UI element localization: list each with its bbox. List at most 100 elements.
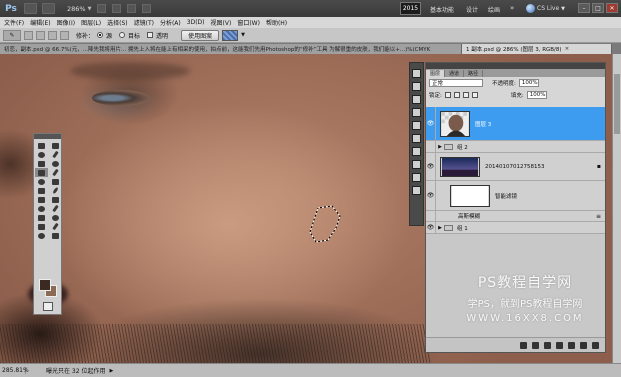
add-mask-icon[interactable] — [544, 341, 551, 349]
quick-select-tool-icon[interactable] — [49, 150, 62, 159]
close-tab-icon[interactable]: × — [565, 46, 570, 52]
intersect-selection-icon[interactable] — [60, 30, 69, 40]
add-selection-icon[interactable] — [36, 30, 45, 40]
expand-triangle-icon[interactable]: ▶ — [436, 225, 444, 231]
workspace-2015[interactable]: 2015 — [400, 2, 421, 15]
pattern-swatch[interactable] — [222, 29, 239, 41]
menu-3d[interactable]: 3D(D) — [187, 19, 205, 26]
foreground-color-swatch[interactable] — [39, 279, 51, 291]
bridge-button[interactable] — [24, 3, 37, 14]
history-panel-icon[interactable] — [412, 69, 421, 78]
vertical-scrollbar[interactable] — [612, 54, 621, 363]
tab-document-2[interactable]: 1 副本.psd @ 286% (图层 3, RGB/8) × — [462, 44, 612, 54]
blend-mode-select[interactable]: 正常 — [429, 79, 483, 87]
brush-tool-icon[interactable] — [49, 168, 62, 177]
3d-orbit-tool-icon[interactable] — [49, 222, 62, 231]
lock-move-icon[interactable] — [462, 92, 469, 98]
lock-all-icon[interactable] — [471, 92, 478, 98]
shape-tool-icon[interactable] — [49, 213, 62, 222]
type-tool-icon[interactable] — [49, 204, 62, 213]
layer-row[interactable]: 👁 ▶ 组 1 — [426, 222, 605, 234]
crop-tool-icon[interactable] — [35, 159, 48, 168]
layer-row[interactable]: 👁 20140107012758153 ▪ — [426, 153, 605, 181]
layer-row[interactable]: ▶ 组 2 — [426, 141, 605, 153]
menu-image[interactable]: 图像(I) — [57, 18, 75, 27]
layer-row[interactable]: 高斯模糊 ≡ — [426, 211, 605, 222]
new-layer-icon[interactable] — [580, 341, 587, 349]
rotate-view-icon[interactable] — [112, 4, 122, 13]
hand-tool-icon[interactable] — [35, 231, 48, 240]
marquee-tool-icon[interactable] — [49, 141, 62, 150]
clone-source-panel-icon[interactable] — [412, 160, 421, 169]
new-selection-icon[interactable] — [24, 30, 33, 40]
more-workspaces-icon[interactable]: » — [510, 4, 514, 12]
new-group-icon[interactable] — [568, 341, 575, 349]
delete-layer-icon[interactable] — [592, 341, 599, 349]
visibility-eye-icon[interactable]: 👁 — [426, 222, 436, 233]
tab-paths[interactable]: 路径 — [464, 70, 484, 77]
tab-document-1[interactable]: 初恋，副本.psd @ 66.7%(元，...降先我将用片... 拥先上入将在能… — [0, 44, 462, 54]
minimize-button[interactable]: – — [578, 3, 590, 13]
menu-file[interactable]: 文件(F) — [4, 18, 24, 27]
tab-layers[interactable]: 图层 — [426, 70, 446, 77]
restore-button[interactable]: □ — [592, 3, 604, 13]
chevron-down-icon[interactable]: ▼ — [241, 32, 245, 38]
transparent-checkbox[interactable] — [147, 32, 154, 38]
move-tool-icon[interactable] — [35, 141, 48, 150]
pen-tool-icon[interactable] — [35, 204, 48, 213]
chevron-down-icon[interactable]: ▼ — [88, 6, 92, 12]
blur-tool-icon[interactable] — [35, 195, 48, 204]
paragraph-panel-icon[interactable] — [412, 186, 421, 195]
target-radio[interactable] — [119, 32, 126, 38]
visibility-eye-icon[interactable]: 👁 — [426, 181, 436, 210]
patch-tool-icon[interactable]: ✎ — [3, 29, 21, 41]
workspace-design[interactable]: 设计 — [466, 5, 478, 14]
fill-input[interactable]: 100% — [526, 91, 547, 99]
visibility-eye-icon[interactable] — [426, 141, 436, 152]
workspace-painting[interactable]: 绘画 — [488, 5, 500, 14]
tab-channels[interactable]: 通道 — [445, 70, 465, 77]
layer-row[interactable]: 👁 图层 3 — [426, 107, 605, 141]
source-radio[interactable] — [97, 32, 104, 38]
hand-view-icon[interactable] — [97, 4, 107, 13]
dodge-tool-icon[interactable] — [49, 195, 62, 204]
mini-bridge-button[interactable] — [42, 3, 55, 14]
status-menu-icon[interactable]: ▶ — [109, 368, 113, 374]
menu-select[interactable]: 选择(S) — [107, 18, 128, 27]
link-layers-icon[interactable] — [520, 341, 527, 349]
swatches-panel-icon[interactable] — [412, 108, 421, 117]
visibility-eye-icon[interactable] — [426, 211, 436, 221]
lock-transparent-icon[interactable] — [444, 92, 451, 98]
menu-view[interactable]: 视图(V) — [211, 18, 232, 27]
zoom-select[interactable]: 286% — [67, 5, 86, 13]
menu-analysis[interactable]: 分析(A) — [160, 18, 181, 27]
use-pattern-button[interactable]: 使用图案 — [181, 29, 220, 41]
visibility-eye-icon[interactable]: 👁 — [426, 107, 436, 140]
actions-panel-icon[interactable] — [412, 82, 421, 91]
expand-triangle-icon[interactable]: ▶ — [436, 144, 444, 150]
menu-window[interactable]: 窗口(W) — [237, 18, 260, 27]
eyedropper-tool-icon[interactable] — [49, 159, 62, 168]
screen-mode-icon[interactable] — [142, 4, 152, 13]
opacity-input[interactable]: 100% — [518, 79, 539, 87]
arrange-documents-icon[interactable] — [127, 4, 137, 13]
patch-selection-outline[interactable] — [306, 204, 346, 246]
lock-paint-icon[interactable] — [453, 92, 460, 98]
character-panel-icon[interactable] — [412, 173, 421, 182]
filter-options-icon[interactable]: ≡ — [596, 213, 601, 220]
color-panel-icon[interactable] — [412, 95, 421, 104]
zoom-level-input[interactable]: 285.81% — [0, 367, 29, 374]
menu-help[interactable]: 帮助(H) — [266, 18, 287, 27]
quick-mask-icon[interactable] — [43, 302, 53, 311]
workspace-essentials[interactable]: 基本功能 — [430, 5, 454, 14]
path-select-tool-icon[interactable] — [35, 213, 48, 222]
masks-panel-icon[interactable] — [412, 134, 421, 143]
brushes-panel-icon[interactable] — [412, 147, 421, 156]
zoom-tool-icon[interactable] — [49, 231, 62, 240]
gradient-tool-icon[interactable] — [49, 186, 62, 195]
menu-edit[interactable]: 编辑(E) — [30, 18, 50, 27]
lasso-tool-icon[interactable] — [35, 150, 48, 159]
cs-live-button[interactable]: CS Live ▼ — [526, 2, 576, 15]
menu-filter[interactable]: 滤镜(T) — [134, 18, 154, 27]
3d-rotate-tool-icon[interactable] — [35, 222, 48, 231]
